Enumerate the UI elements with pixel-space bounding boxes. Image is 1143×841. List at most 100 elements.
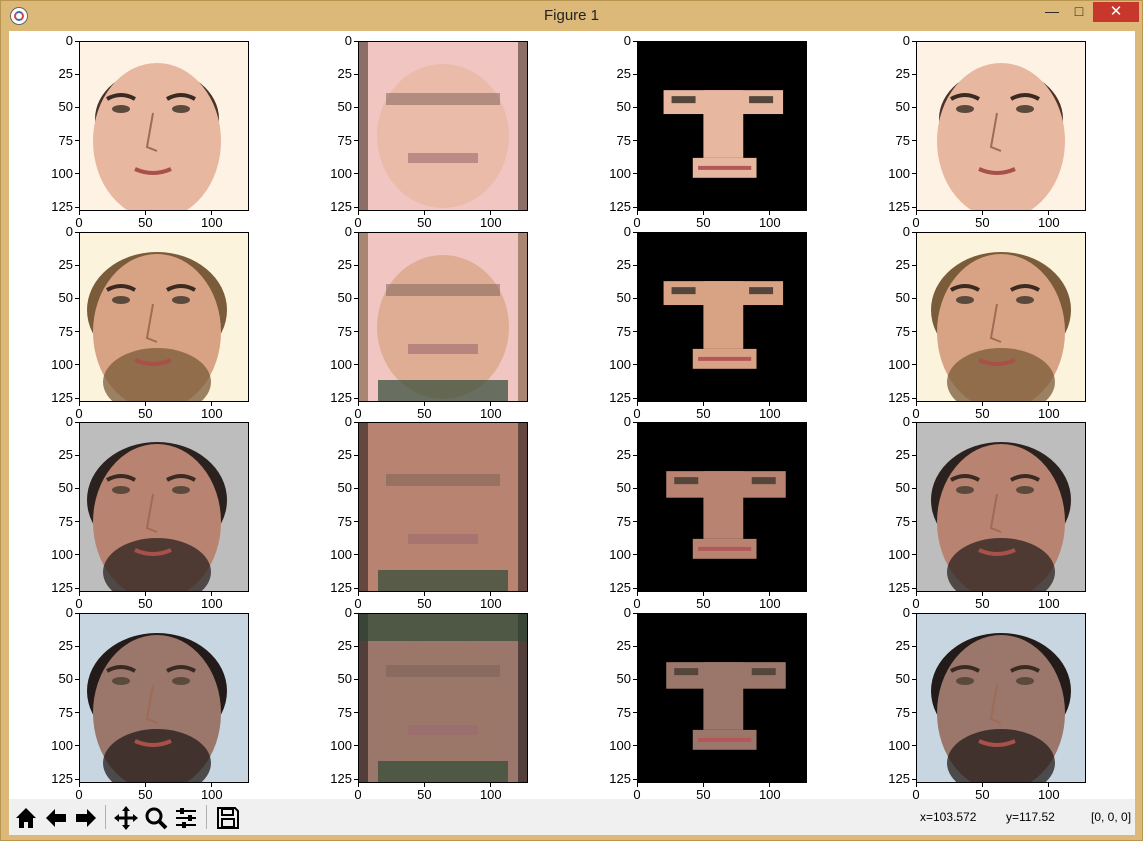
subplot-r4-c1[interactable]: 0 50 100 0 25 50 75 100 125: [51, 606, 249, 802]
frontal-face-image: [916, 41, 1086, 211]
pan-icon[interactable]: [112, 804, 140, 832]
y-tick-mark: [75, 73, 79, 75]
y-tick-mark: [912, 231, 916, 233]
subplot-r3-c4[interactable]: 0 50 100 0 25 50 75 100 125: [888, 415, 1086, 611]
y-tick-mark: [75, 678, 79, 680]
y-tick-label: 125: [51, 390, 73, 406]
y-tick-label: 125: [609, 771, 631, 787]
subplot-r3-c1[interactable]: 0 50 100 0 25 50 75 100 125: [51, 415, 249, 611]
x-tick-label: 50: [138, 215, 153, 230]
figure-canvas[interactable]: 0 50 100 0 25 50 75 100 125 0 50 100 0 25 50 75 100 125 0 5…: [9, 31, 1135, 802]
y-tick-mark: [633, 421, 637, 423]
y-tick-mark: [354, 297, 358, 299]
x-tick-label: 50: [696, 215, 711, 230]
y-tick-mark: [633, 206, 637, 208]
y-tick-mark: [354, 521, 358, 523]
y-tick-mark: [75, 421, 79, 423]
y-tick-label: 100: [609, 165, 631, 181]
subplot-r4-c3[interactable]: 0 50 100 0 25 50 75 100 125: [609, 606, 807, 802]
y-tick-label: 0: [623, 33, 631, 48]
y-tick-label: 50: [337, 671, 352, 687]
y-tick-label: 0: [902, 33, 910, 48]
y-tick-label: 100: [330, 737, 352, 753]
y-tick-mark: [75, 206, 79, 208]
frontal-face-image: [916, 613, 1086, 783]
subplot-r2-c4[interactable]: 0 50 100 0 25 50 75 100 125: [888, 225, 1086, 421]
y-tick-mark: [354, 645, 358, 647]
toolbar-separator: [206, 805, 207, 829]
y-tick-mark: [633, 297, 637, 299]
y-tick-label: 25: [337, 638, 352, 654]
blurred-reconstruction-image: [358, 422, 528, 592]
x-tick-label: 100: [200, 215, 223, 230]
y-tick-mark: [912, 421, 916, 423]
y-tick-mark: [633, 778, 637, 780]
cursor-x-readout: x=103.572: [920, 810, 977, 824]
zoom-icon[interactable]: [142, 804, 170, 832]
minimize-button[interactable]: —: [1039, 2, 1065, 22]
y-tick-mark: [912, 487, 916, 489]
x-tick-label: 100: [758, 215, 781, 230]
y-tick-label: 100: [888, 546, 910, 562]
subplot-r1-c3[interactable]: 0 50 100 0 25 50 75 100 125: [609, 34, 807, 230]
y-tick-mark: [633, 745, 637, 747]
y-tick-label: 75: [58, 132, 73, 148]
y-tick-label: 75: [616, 513, 631, 529]
y-tick-mark: [75, 487, 79, 489]
subplot-r2-c1[interactable]: 0 50 100 0 25 50 75 100 125: [51, 225, 249, 421]
y-tick-label: 0: [902, 414, 910, 429]
subplot-r2-c3[interactable]: 0 50 100 0 25 50 75 100 125: [609, 225, 807, 421]
y-tick-mark: [354, 745, 358, 747]
y-tick-mark: [633, 397, 637, 399]
y-tick-mark: [912, 521, 916, 523]
y-tick-label: 75: [58, 323, 73, 339]
y-tick-label: 50: [337, 290, 352, 306]
y-tick-mark: [633, 106, 637, 108]
x-tick-label: 50: [696, 596, 711, 611]
y-tick-mark: [912, 778, 916, 780]
back-icon[interactable]: [42, 804, 70, 832]
x-tick-label: 100: [758, 406, 781, 421]
subplot-r4-c2[interactable]: 0 50 100 0 25 50 75 100 125: [330, 606, 528, 802]
blurred-reconstruction-image: [358, 232, 528, 402]
subplot-r2-c2[interactable]: 0 50 100 0 25 50 75 100 125: [330, 225, 528, 421]
x-tick-label: 50: [417, 406, 432, 421]
masked-features-image: [637, 232, 807, 402]
y-tick-label: 100: [51, 165, 73, 181]
subplot-r1-c1[interactable]: 0 50 100 0 25 50 75 100 125: [51, 34, 249, 230]
subplot-r3-c2[interactable]: 0 50 100 0 25 50 75 100 125: [330, 415, 528, 611]
face-photo-image: [79, 232, 249, 402]
y-tick-mark: [912, 331, 916, 333]
y-tick-mark: [75, 40, 79, 42]
subplot-r1-c4[interactable]: 0 50 100 0 25 50 75 100 125: [888, 34, 1086, 230]
subplot-r4-c4[interactable]: 0 50 100 0 25 50 75 100 125: [888, 606, 1086, 802]
home-icon[interactable]: [12, 804, 40, 832]
maximize-button[interactable]: □: [1066, 2, 1092, 22]
y-tick-mark: [75, 173, 79, 175]
y-tick-label: 0: [623, 605, 631, 620]
y-tick-label: 75: [616, 132, 631, 148]
y-tick-label: 25: [337, 66, 352, 82]
configure-icon[interactable]: [172, 804, 200, 832]
forward-icon[interactable]: [72, 804, 100, 832]
y-tick-mark: [354, 73, 358, 75]
masked-features-image: [637, 41, 807, 211]
y-tick-mark: [912, 745, 916, 747]
y-tick-label: 25: [616, 447, 631, 463]
y-tick-mark: [633, 73, 637, 75]
y-tick-mark: [75, 712, 79, 714]
y-tick-mark: [354, 364, 358, 366]
x-tick-label: 50: [417, 596, 432, 611]
y-tick-label: 100: [330, 165, 352, 181]
subplot-r1-c2[interactable]: 0 50 100 0 25 50 75 100 125: [330, 34, 528, 230]
y-tick-label: 50: [58, 480, 73, 496]
x-tick-label: 50: [975, 596, 990, 611]
close-button[interactable]: ✕: [1093, 2, 1139, 22]
y-tick-mark: [75, 297, 79, 299]
masked-features-image: [637, 422, 807, 592]
save-icon[interactable]: [214, 804, 242, 832]
y-tick-mark: [633, 264, 637, 266]
y-tick-label: 0: [344, 33, 352, 48]
subplot-r3-c3[interactable]: 0 50 100 0 25 50 75 100 125: [609, 415, 807, 611]
y-tick-label: 0: [65, 33, 73, 48]
